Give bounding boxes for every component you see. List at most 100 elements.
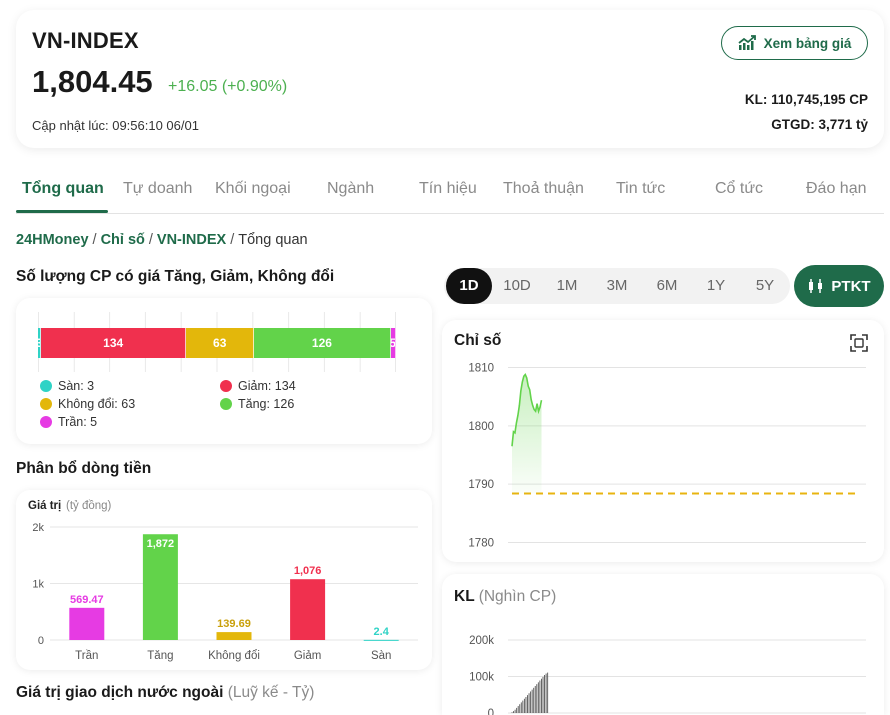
period-selector: 1D 10D 1M 3M 6M 1Y 5Y	[444, 268, 790, 304]
breadcrumb-home[interactable]: 24HMoney	[16, 232, 89, 248]
flow-bar	[216, 632, 252, 640]
index-header-card: VN-INDEX 1,804.45 +16.05 (+0.90%) Cập nh…	[16, 10, 884, 148]
period-1y[interactable]: 1Y	[693, 268, 739, 304]
legend-ceiling[interactable]: Trần: 5	[40, 415, 97, 429]
index-area	[512, 374, 542, 494]
foreign-title-text: Giá trị giao dịch nước ngoài	[16, 684, 224, 701]
legend-flat[interactable]: Không đổi: 63	[40, 397, 135, 411]
active-tab-indicator	[16, 210, 108, 213]
breadcrumb-indices[interactable]: Chỉ số	[101, 232, 145, 248]
flow-bar	[69, 607, 105, 640]
flow-value-label: 139.69	[217, 618, 251, 630]
breadcrumb-separator: /	[148, 232, 153, 248]
volume-chart-card: KL (Nghìn CP) 0 100k 200k	[442, 574, 884, 715]
index-line-chart: 1780 1790 1800 1810	[468, 363, 866, 550]
breadth-segment-value: 63	[213, 336, 227, 350]
tab-signals[interactable]: Tín hiệu	[419, 180, 477, 198]
last-updated: Cập nhật lúc: 09:56:10 06/01	[32, 118, 199, 133]
period-1m[interactable]: 1M	[544, 268, 590, 304]
breadth-segment-down: 134	[41, 328, 187, 358]
breadth-segment-ceiling: 5	[390, 328, 396, 358]
legend-dot	[40, 416, 52, 428]
breadth-title: Số lượng CP có giá Tăng, Giảm, Không đổi	[16, 268, 335, 285]
index-name: VN-INDEX	[32, 28, 139, 53]
tab-sector[interactable]: Ngành	[327, 180, 374, 198]
legend-dot	[220, 398, 232, 410]
legend-label: Sàn: 3	[58, 379, 95, 393]
trending-up-icon	[738, 35, 756, 50]
candlestick-icon	[809, 279, 823, 293]
tab-foreign[interactable]: Khối ngoại	[215, 180, 291, 198]
tab-overview[interactable]: Tổng quan	[22, 180, 104, 198]
flow-value-label: 2.4	[374, 626, 390, 638]
total-volume: KL: 110,745,195 CP	[744, 92, 868, 107]
index-price: 1,804.45	[32, 64, 153, 99]
legend-label: Trần: 5	[58, 415, 98, 429]
breadth-segment-value: 5	[391, 336, 395, 350]
breadth-segment-value: 134	[103, 336, 124, 350]
flow-category-label: Không đổi	[208, 650, 260, 662]
flow-bar	[290, 579, 326, 640]
volume-bar-chart: 0 100k 200k	[469, 635, 866, 715]
flow-ylabel: Giá trị	[28, 500, 61, 512]
flow-value-label: 569.47	[70, 594, 104, 606]
breadth-stacked-bar: 3 134 63 126 5	[38, 328, 396, 358]
breadcrumb-separator: /	[92, 232, 97, 248]
legend-floor[interactable]: Sàn: 3	[40, 379, 94, 393]
breadcrumb-separator: /	[230, 232, 235, 248]
volume-ytick-label: 200k	[469, 635, 494, 647]
flow-ytick-label: 2k	[32, 522, 44, 534]
volume-ytick-label: 0	[488, 708, 494, 715]
legend-label: Giảm: 134	[238, 379, 296, 393]
flow-category-label: Giảm	[294, 650, 321, 662]
period-6m[interactable]: 6M	[644, 268, 690, 304]
legend-dot	[220, 380, 232, 392]
foreign-subtitle: (Luỹ kế - Tỷ)	[227, 684, 315, 701]
index-ytick-label: 1800	[468, 421, 494, 433]
flow-category-label: Tăng	[147, 650, 173, 662]
breadcrumb: 24HMoney / Chỉ số / VN-INDEX / Tổng quan	[16, 232, 308, 248]
tab-proprietary[interactable]: Tự doanh	[123, 180, 192, 198]
foreign-title: Giá trị giao dịch nước ngoài (Luỹ kế - T…	[16, 684, 314, 702]
legend-label: Không đổi: 63	[58, 397, 136, 411]
period-3m[interactable]: 3M	[594, 268, 640, 304]
breadth-segment-flat: 63	[186, 328, 255, 358]
flow-category-label: Trần	[75, 650, 98, 662]
breadcrumb-vnindex[interactable]: VN-INDEX	[157, 232, 226, 248]
index-ytick-label: 1790	[468, 479, 494, 491]
legend-dot	[40, 380, 52, 392]
tab-dividends[interactable]: Cổ tức	[715, 180, 763, 198]
index-chart-card: Chỉ số 1780 1790 1800 1810	[442, 320, 884, 562]
tab-news[interactable]: Tin tức	[616, 180, 665, 198]
flow-ytick-label: 0	[38, 635, 44, 647]
legend-label: Tăng: 126	[238, 397, 295, 411]
index-ytick-label: 1810	[468, 363, 494, 375]
view-price-board-label: Xem bảng giá	[763, 35, 852, 51]
view-price-board-button[interactable]: Xem bảng giá	[721, 26, 868, 60]
flow-bar	[363, 639, 399, 641]
index-ytick-label: 1780	[468, 538, 494, 550]
period-10d[interactable]: 10D	[494, 268, 540, 304]
flow-yunit: (tỷ đồng)	[66, 500, 112, 512]
tab-maturity[interactable]: Đáo hạn	[806, 180, 867, 198]
period-5y[interactable]: 5Y	[742, 268, 788, 304]
flow-card: Giá trị (tỷ đồng) 0 1k 2k 569.47 Trần 1,872 T…	[16, 490, 432, 670]
flow-title: Phân bổ dòng tiền	[16, 460, 152, 477]
flow-ytick-label: 1k	[32, 579, 44, 591]
tab-negotiated[interactable]: Thoả thuận	[503, 180, 584, 198]
breadth-segment-up: 126	[254, 328, 391, 358]
index-change: +16.05 (+0.90%)	[168, 78, 288, 95]
flow-bar-chart: Giá trị (tỷ đồng) 0 1k 2k 569.47 Trần 1,872 T…	[28, 500, 418, 662]
flow-category-label: Sàn	[371, 650, 391, 662]
legend-down[interactable]: Giảm: 134	[220, 379, 296, 393]
breadth-card: 3 134 63 126 5 Sàn: 3 Giảm: 134 Không đổ…	[16, 298, 432, 444]
section-tabs: Tổng quan Tự doanh Khối ngoại Ngành Tín …	[16, 168, 884, 214]
volume-ytick-label: 100k	[469, 672, 494, 684]
technical-analysis-button[interactable]: PTKT	[794, 265, 884, 307]
period-1d[interactable]: 1D	[446, 268, 492, 304]
legend-up[interactable]: Tăng: 126	[220, 397, 294, 411]
breadcrumb-current: Tổng quan	[238, 232, 308, 248]
legend-dot	[40, 398, 52, 410]
breadth-segment-value: 126	[311, 336, 332, 350]
flow-value-label: 1,076	[294, 565, 322, 577]
